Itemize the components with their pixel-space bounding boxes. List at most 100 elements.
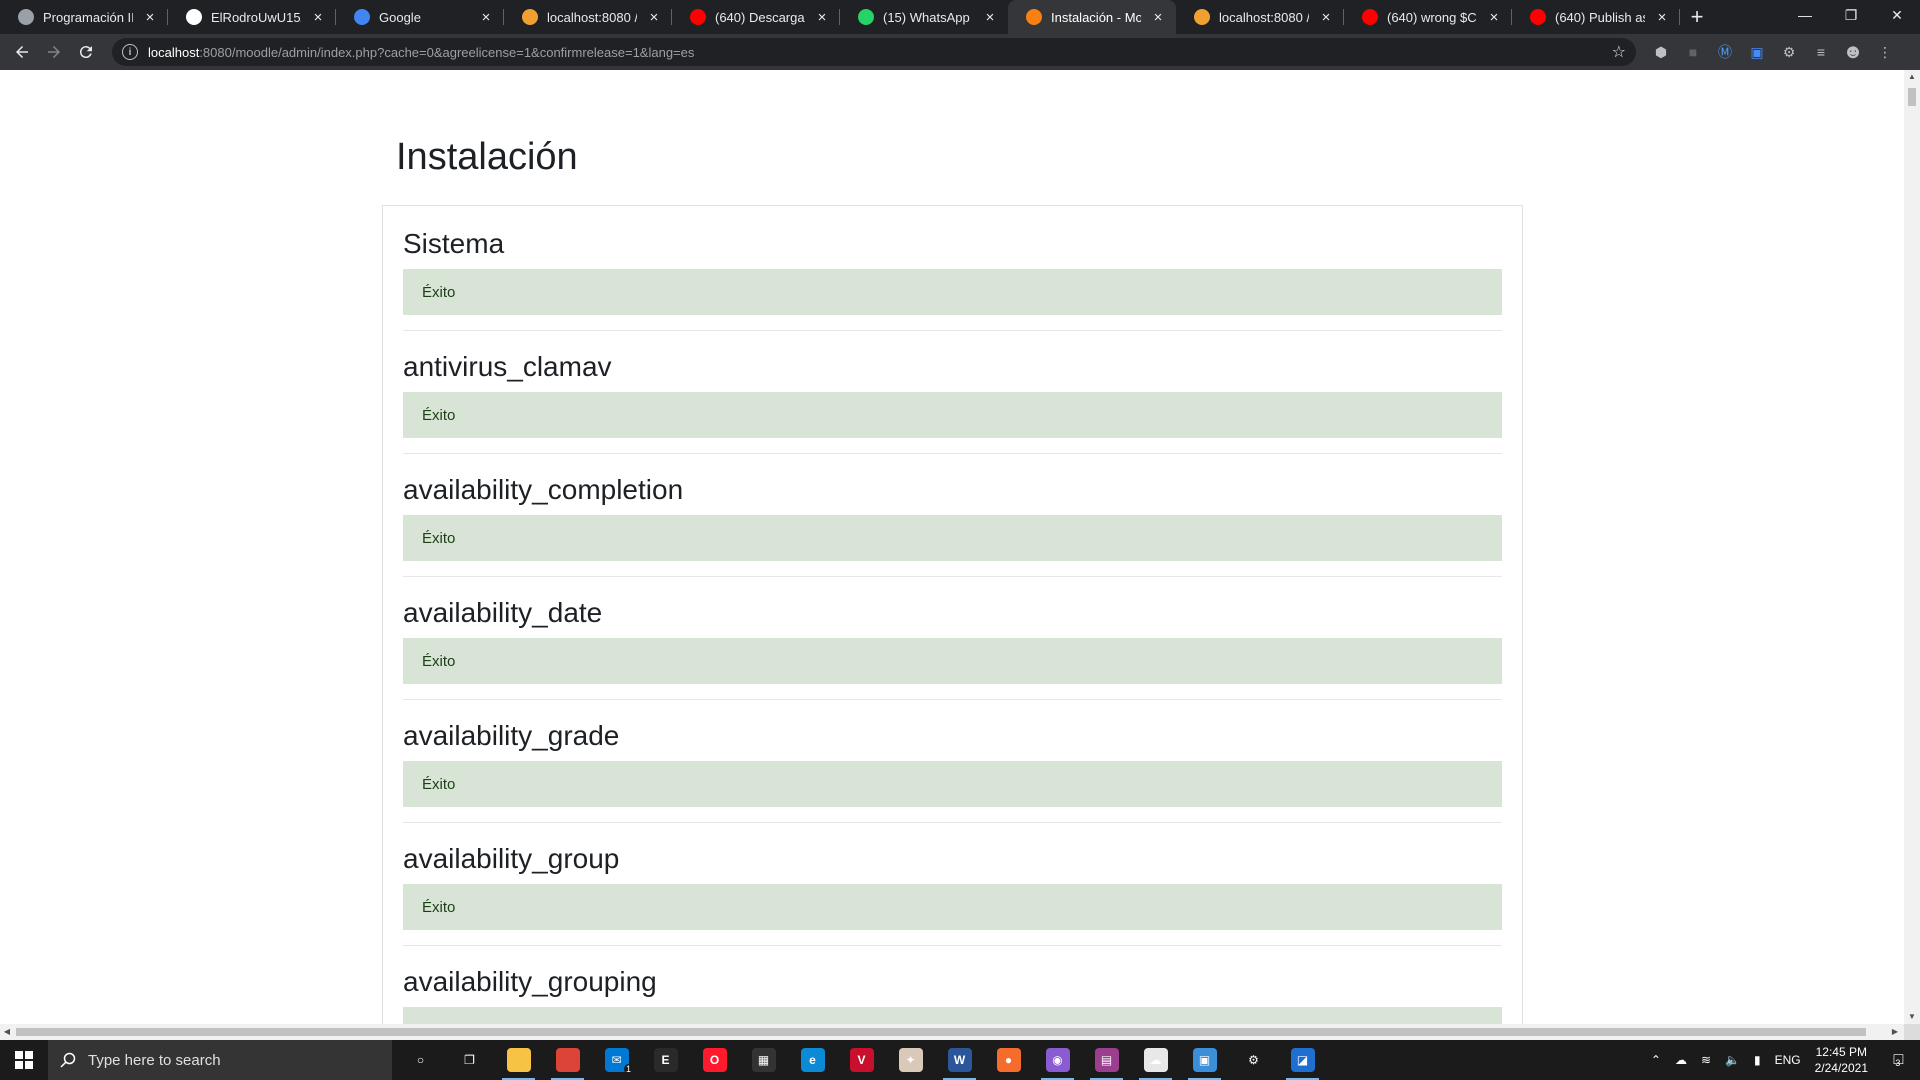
scroll-down-arrow-icon[interactable]: ▼ (1908, 1012, 1916, 1022)
phpmyadmin-icon (1194, 9, 1210, 25)
restore-button[interactable]: ❐ (1828, 0, 1874, 30)
tab-title: (15) WhatsApp (883, 9, 970, 25)
app-purple-icon: ◉ (1045, 1048, 1070, 1072)
browser-tab[interactable]: localhost:8080 / 12 × (1176, 0, 1344, 34)
taskbar-app-button[interactable]: E (641, 1040, 690, 1080)
minimize-button[interactable]: — (1782, 0, 1828, 30)
install-section: availability_grouping (403, 961, 1502, 1024)
reload-button[interactable] (70, 36, 102, 68)
extension-gray-icon[interactable]: ■ (1682, 41, 1704, 63)
horizontal-scrollbar[interactable]: ◀ ▶ (0, 1024, 1904, 1040)
browser-tab[interactable]: Programación III 01 × (0, 0, 168, 34)
search-icon (60, 1052, 76, 1068)
taskbar-app-button[interactable]: W (935, 1040, 984, 1080)
system-tray: ⌃ ☁ ≋ 🔈 ▮ ENG 12:45 PM 2/24/2021 □ 3 (1651, 1040, 1920, 1080)
taskbar-app-button[interactable]: V (837, 1040, 886, 1080)
profile-avatar-icon[interactable]: ☻ (1842, 41, 1864, 63)
browser-tab[interactable]: localhost:8080 / 12 × (504, 0, 672, 34)
volume-icon[interactable]: 🔈 (1725, 1053, 1740, 1067)
section-heading: availability_completion (403, 474, 684, 505)
taskbar-app-button[interactable]: ◪ (1278, 1040, 1327, 1080)
tab-close-icon[interactable]: × (1654, 9, 1670, 26)
browser-tab[interactable]: (640) wrong $CFG- × (1344, 0, 1512, 34)
tab-close-icon[interactable]: × (1486, 9, 1502, 26)
taskbar-app-button[interactable] (543, 1040, 592, 1080)
onedrive-icon[interactable]: ☁ (1675, 1053, 1687, 1067)
back-button[interactable] (6, 36, 38, 68)
mail-badge: 1 (623, 1064, 633, 1074)
browser-tab[interactable]: ElRodroUwU15/Roc × (168, 0, 336, 34)
browser-tab-strip: Programación III 01×ElRodroUwU15/Roc×Goo… (0, 0, 1920, 34)
success-notice: Éxito (403, 515, 1502, 561)
language-indicator[interactable]: ENG (1775, 1053, 1801, 1067)
section-divider (403, 945, 1502, 946)
youtube-icon (1362, 9, 1378, 25)
taskbar-app-button[interactable]: ○ (396, 1040, 445, 1080)
taskbar-search-box[interactable]: Type here to search (48, 1040, 392, 1080)
extension-cube-icon[interactable]: ⬢ (1650, 41, 1672, 63)
taskbar-app-button[interactable] (494, 1040, 543, 1080)
tab-close-icon[interactable]: × (310, 9, 326, 26)
tab-close-icon[interactable]: × (982, 9, 998, 26)
taskbar-app-button[interactable]: ▣ (1180, 1040, 1229, 1080)
wifi-icon[interactable]: ≋ (1701, 1053, 1711, 1067)
taskbar-app-button[interactable]: e (788, 1040, 837, 1080)
scroll-right-arrow-icon[interactable]: ▶ (1890, 1027, 1900, 1037)
vertical-scroll-thumb[interactable] (1908, 88, 1916, 106)
tab-close-icon[interactable]: × (814, 9, 830, 26)
scroll-up-arrow-icon[interactable]: ▲ (1908, 72, 1916, 82)
browser-tab[interactable]: (640) Publish as LTI × (1512, 0, 1680, 34)
section-divider (403, 822, 1502, 823)
horizontal-scroll-thumb[interactable] (16, 1028, 1866, 1036)
action-center-button[interactable]: □ 3 (1882, 1040, 1912, 1080)
close-window-button[interactable]: ✕ (1874, 0, 1920, 30)
bookmark-star-icon[interactable]: ☆ (1612, 42, 1626, 62)
browser-tab[interactable]: Instalación - Moodl × (1008, 0, 1176, 34)
browser-toolbar: i localhost :8080/moodle/admin/index.php… (0, 34, 1920, 70)
section-divider (403, 330, 1502, 331)
taskbar-apps: ○ ❐ ✉ 1 E O ▦ e V ✦ W ● ◉ ▤ ☁ ▣ ⚙ ◪ (396, 1040, 1327, 1080)
taskbar-app-button[interactable]: ◉ (1033, 1040, 1082, 1080)
vertical-scrollbar[interactable]: ▲ ▼ (1904, 70, 1920, 1024)
tab-close-icon[interactable]: × (478, 9, 494, 26)
clock[interactable]: 12:45 PM 2/24/2021 (1815, 1044, 1868, 1076)
taskbar-app-button[interactable]: ✦ (886, 1040, 935, 1080)
menu-dots-icon[interactable]: ⋮ (1874, 41, 1896, 63)
show-hidden-icons-chevron-icon[interactable]: ⌃ (1651, 1053, 1661, 1067)
reading-list-icon[interactable]: ≡ (1810, 41, 1832, 63)
taskbar-app-button[interactable]: ● (984, 1040, 1033, 1080)
file-explorer-icon (506, 1048, 531, 1072)
tab-close-icon[interactable]: × (1318, 9, 1334, 26)
tab-title: (640) Publish as LTI (1555, 9, 1645, 25)
taskbar-app-button[interactable]: O (690, 1040, 739, 1080)
tab-close-icon[interactable]: × (1150, 9, 1166, 26)
scroll-left-arrow-icon[interactable]: ◀ (2, 1027, 12, 1037)
battery-icon[interactable]: ▮ (1754, 1053, 1761, 1067)
forward-button[interactable] (38, 36, 70, 68)
browser-tab[interactable]: Google × (336, 0, 504, 34)
taskbar-app-button[interactable]: ☁ (1131, 1040, 1180, 1080)
tab-title: ElRodroUwU15/Roc (211, 9, 301, 25)
site-info-icon[interactable]: i (122, 44, 138, 60)
notification-count: 3 (1895, 1058, 1901, 1068)
section-heading: antivirus_clamav (403, 351, 612, 382)
tab-close-icon[interactable]: × (142, 9, 158, 26)
translate-icon[interactable]: ▣ (1746, 41, 1768, 63)
address-bar[interactable]: i localhost :8080/moodle/admin/index.php… (112, 38, 1636, 66)
taskbar-app-button[interactable]: ▤ (1082, 1040, 1131, 1080)
extensions-puzzle-icon[interactable]: ⚙ (1778, 41, 1800, 63)
start-button[interactable] (0, 1040, 48, 1080)
taskbar-app-button[interactable]: ✉ 1 (592, 1040, 641, 1080)
section-heading: Sistema (403, 228, 505, 259)
browser-tab[interactable]: (15) WhatsApp × (840, 0, 1008, 34)
whatsapp-icon (858, 9, 874, 25)
tab-close-icon[interactable]: × (646, 9, 662, 26)
browser-tab[interactable]: (640) Descarga e In × (672, 0, 840, 34)
extension-q-icon[interactable]: Ⓜ (1714, 41, 1736, 63)
taskbar-app-button[interactable]: ▦ (739, 1040, 788, 1080)
window-controls: — ❐ ✕ (1782, 0, 1920, 34)
install-section: availability_grade Éxito (403, 715, 1502, 807)
taskbar-app-button[interactable]: ⚙ (1229, 1040, 1278, 1080)
new-tab-button[interactable]: + (1680, 0, 1714, 34)
taskbar-app-button[interactable]: ❐ (445, 1040, 494, 1080)
